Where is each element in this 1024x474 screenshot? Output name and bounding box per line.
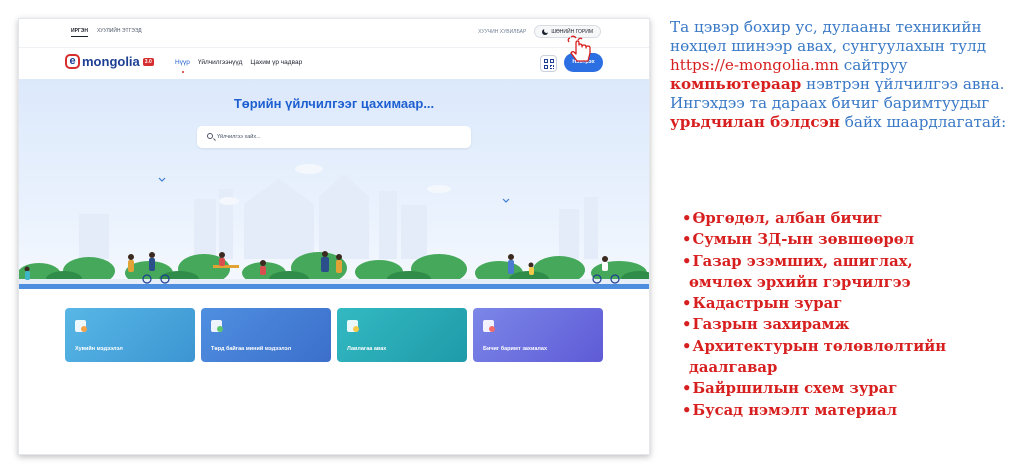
intro-text-4: байх шаардлагатай:: [839, 113, 1007, 131]
card-label: Бичиг баримт захиалах: [483, 346, 548, 352]
moon-icon: [542, 27, 550, 35]
nav-item-services[interactable]: Үйлчилгээнүүд: [198, 59, 243, 66]
card-my-state-data[interactable]: Төрд байгаа миний мэдээлэл: [201, 308, 331, 362]
card-personal-info[interactable]: Хувийн мэдээлэл: [65, 308, 195, 362]
certificate-icon: [347, 320, 359, 332]
nav-item-home[interactable]: Нүүр: [175, 59, 190, 73]
service-search-bar[interactable]: [197, 126, 471, 148]
list-item: Кадастрын зураг: [682, 293, 1012, 314]
card-order-documents[interactable]: Бичиг баримт захиалах: [473, 308, 603, 362]
site-url: https://e-mongolia.mn: [670, 56, 839, 74]
hero-banner: Төрийн үйлчилгээг цахимаар...: [19, 79, 649, 289]
list-item: Өргөдөл, албан бичиг: [682, 208, 1012, 229]
search-icon: [207, 133, 213, 139]
list-item: Сумын ЗД-ын зөвшөөрөл: [682, 229, 1012, 250]
computer-emphasis: компьютераар: [670, 75, 802, 93]
list-item: Архитектурын төлөвлөлтийн даалгавар: [682, 336, 1012, 379]
hero-title: Төрийн үйлчилгээг цахимаар...: [233, 96, 435, 111]
nav-item-digital-skills[interactable]: Цахим үр чадвар: [250, 59, 302, 66]
tab-citizen[interactable]: ИРГЭН: [71, 28, 88, 37]
instruction-panel: Та цэвэр бохир ус, дулааны техникийн нөх…: [670, 18, 1020, 419]
main-navbar: e mongolia 3.0 Нүүр Үйлчилгээнүүд Цахим …: [19, 47, 649, 79]
doc-label: Бусад нэмэлт материал: [692, 401, 898, 419]
pointing-hand-cursor-icon: [567, 35, 591, 62]
qr-code-icon-part: [550, 59, 554, 63]
list-item: Байршилын схем зураг: [682, 378, 1012, 399]
intro-text-1: Та цэвэр бохир ус, дулааны техникийн нөх…: [670, 18, 987, 55]
logo-e-mark: e: [65, 54, 80, 69]
document-list-icon: [211, 320, 223, 332]
card-label: Төрд байгаа миний мэдээлэл: [211, 346, 292, 352]
logo-wordmark: mongolia: [82, 54, 140, 69]
list-item: Бусад нэмэлт материал: [682, 400, 1012, 421]
doc-label-continued: даалгавар: [689, 359, 778, 377]
e-mongolia-logo[interactable]: e mongolia 3.0: [65, 54, 154, 69]
website-screenshot: ИРГЭН ХУУЛИЙН ЭТГЭЭД ХУУЧИН ХУВИЛБАР ШӨН…: [18, 18, 650, 455]
doc-label-continued: өмчлөх эрхийн гэрчилгээ: [689, 273, 911, 291]
qr-code-icon-part: [550, 65, 554, 69]
doc-label: Байршилын схем зураг: [692, 380, 898, 398]
logo-version-badge: 3.0: [142, 57, 154, 66]
order-document-icon: [483, 320, 495, 332]
personal-space-link[interactable]: ХУУЧИН ХУВИЛБАР: [478, 29, 526, 35]
doc-label: Газар эзэмших, ашиглах,: [692, 252, 913, 270]
doc-label: Кадастрын зураг: [692, 295, 843, 313]
hero-bottom-strip: [19, 284, 649, 289]
card-label: Лавлагаа авах: [347, 346, 387, 352]
tab-business[interactable]: ХУУЛИЙН ЭТГЭЭД: [97, 28, 142, 37]
nav-menu: Нүүр Үйлчилгээнүүд Цахим үр чадвар: [175, 59, 302, 73]
list-item: Газрын захирамж: [682, 314, 1012, 335]
quick-access-cards: Хувийн мэдээлэл Төрд байгаа миний мэдээл…: [65, 308, 605, 364]
doc-label: Өргөдөл, албан бичиг: [692, 210, 883, 227]
intro-paragraph: Та цэвэр бохир ус, дулааны техникийн нөх…: [670, 18, 1020, 132]
list-item: Газар эзэмших, ашиглах, өмчлөх эрхийн гэр…: [682, 251, 1012, 294]
doc-label: Архитектурын төлөвлөлтийн: [692, 337, 947, 355]
doc-label: Газрын захирамж: [692, 316, 850, 334]
doc-label: Сумын ЗД-ын зөвшөөрөл: [692, 231, 915, 249]
intro-text-2: сайтруу: [838, 56, 908, 74]
qr-code-icon-part: [544, 65, 548, 69]
card-label: Хувийн мэдээлэл: [75, 346, 123, 352]
required-documents-list: Өргөдөл, албан бичиг Сумын ЗД-ын зөвшөөр…: [682, 208, 1012, 421]
prepared-emphasis: урьдчилан бэлдсэн: [670, 113, 840, 131]
profile-card-icon: [75, 320, 87, 332]
search-input[interactable]: [217, 131, 457, 143]
card-get-reference[interactable]: Лавлагаа авах: [337, 308, 467, 362]
qr-code-icon: [544, 59, 548, 63]
top-bar: ИРГЭН ХУУЛИЙН ЭТГЭЭД ХУУЧИН ХУВИЛБАР ШӨН…: [19, 19, 649, 47]
qr-code-button[interactable]: [540, 55, 557, 72]
